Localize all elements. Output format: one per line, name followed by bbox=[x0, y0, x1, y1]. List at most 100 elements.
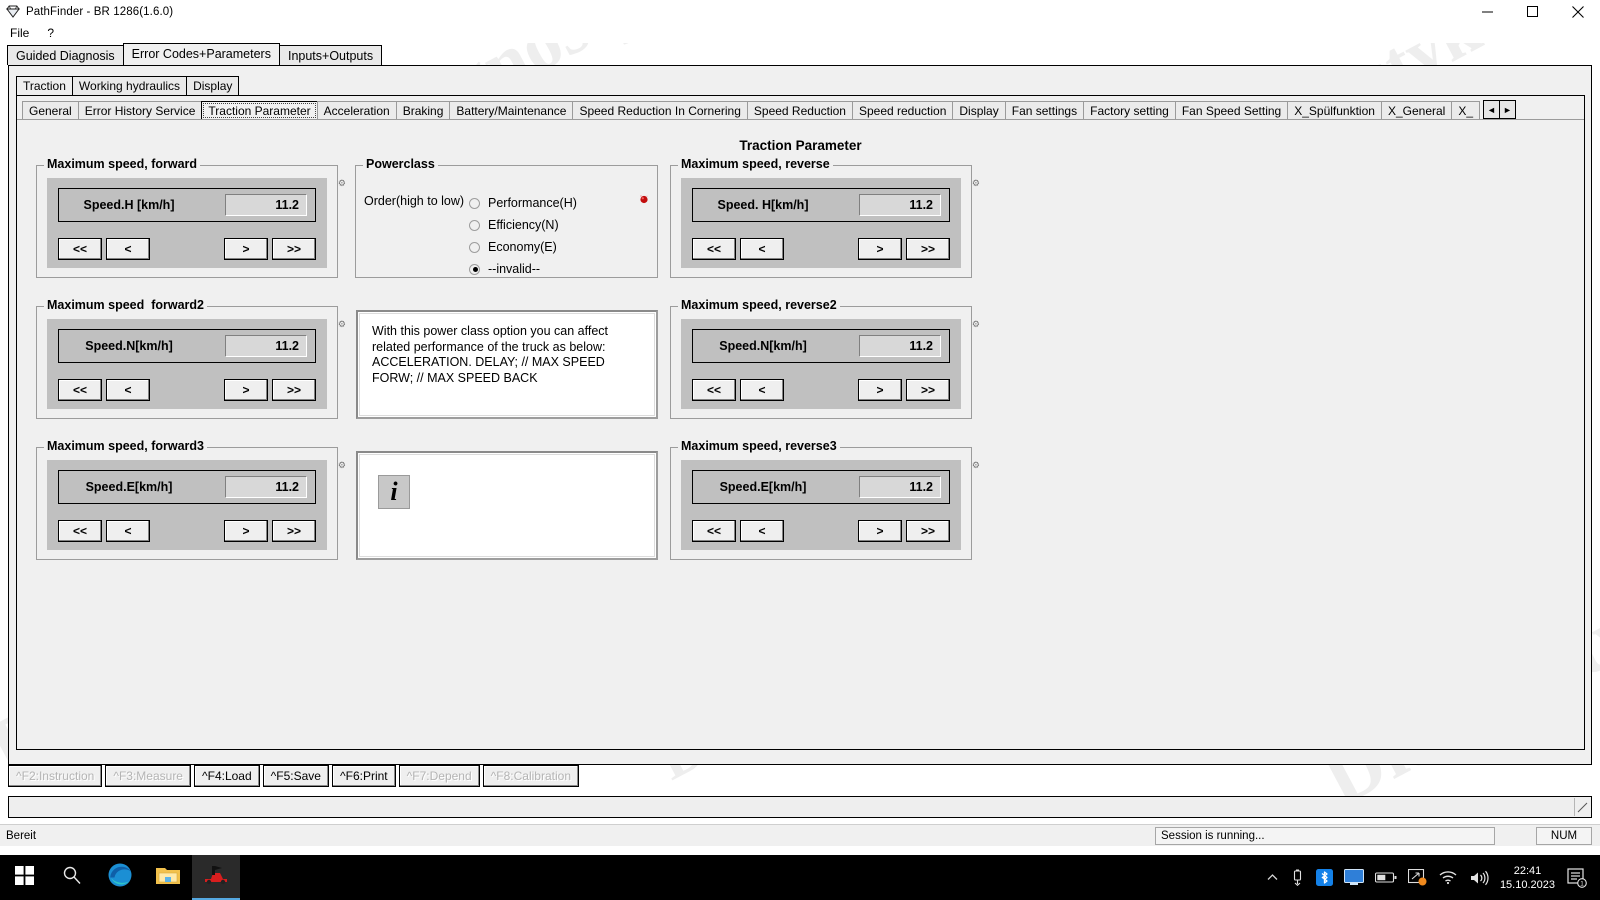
resize-grip-icon[interactable] bbox=[1574, 798, 1590, 816]
next-button[interactable]: > bbox=[224, 520, 268, 542]
tab-error-codes-parameters[interactable]: Error Codes+Parameters bbox=[122, 43, 280, 65]
tab-scroll-left-button[interactable]: ◄ bbox=[1483, 100, 1500, 119]
last-button[interactable]: >> bbox=[272, 379, 316, 401]
tab-speed-reduction[interactable]: Speed Reduction bbox=[746, 101, 853, 120]
radio-option-efficiency[interactable]: Efficiency(N) bbox=[469, 214, 577, 236]
speed-value-input[interactable]: 11.2 bbox=[859, 476, 941, 498]
first-button[interactable]: << bbox=[58, 520, 102, 542]
settings-gear-icon[interactable]: ⚙ bbox=[338, 320, 346, 329]
battery-icon[interactable] bbox=[1374, 871, 1397, 884]
next-button[interactable]: > bbox=[224, 379, 268, 401]
tab-guided-diagnosis[interactable]: Guided Diagnosis bbox=[7, 45, 124, 65]
fkey-f4-load[interactable]: ^F4:Load bbox=[193, 765, 260, 787]
speed-value-input[interactable]: 11.2 bbox=[225, 335, 307, 357]
radio-button[interactable] bbox=[469, 197, 480, 209]
settings-gear-icon[interactable]: ⚙ bbox=[972, 461, 980, 470]
radio-button[interactable] bbox=[469, 241, 480, 253]
radio-option-invalid[interactable]: --invalid-- bbox=[469, 258, 577, 280]
first-button[interactable]: << bbox=[692, 379, 736, 401]
taskbar-clock[interactable]: 22:41 15.10.2023 bbox=[1500, 864, 1555, 892]
tab-acceleration[interactable]: Acceleration bbox=[316, 101, 397, 120]
speed-value-input[interactable]: 11.2 bbox=[859, 194, 941, 216]
settings-gear-icon[interactable]: ⚙ bbox=[972, 320, 980, 329]
first-button[interactable]: << bbox=[692, 238, 736, 260]
onedrive-sync-icon[interactable] bbox=[1407, 869, 1427, 886]
tab-inputs-outputs[interactable]: Inputs+Outputs bbox=[278, 45, 383, 65]
next-button[interactable]: > bbox=[858, 379, 902, 401]
maximize-button[interactable] bbox=[1510, 0, 1555, 23]
tab-fan-settings[interactable]: Fan settings bbox=[1004, 101, 1085, 120]
status-bar: Bereit Session is running... NUM bbox=[0, 824, 1600, 846]
fkey-f5-save[interactable]: ^F5:Save bbox=[262, 765, 329, 787]
prev-button[interactable]: < bbox=[740, 379, 784, 401]
tab-display[interactable]: Display bbox=[186, 76, 240, 95]
speaker-icon[interactable] bbox=[1469, 870, 1489, 886]
information-icon[interactable]: i bbox=[378, 475, 410, 509]
tab-speed-reduction-lower[interactable]: Speed reduction bbox=[851, 101, 954, 120]
tab-braking[interactable]: Braking bbox=[395, 101, 451, 120]
last-button[interactable]: >> bbox=[906, 520, 950, 542]
search-button[interactable] bbox=[48, 855, 96, 900]
next-button[interactable]: > bbox=[858, 520, 902, 542]
fkey-f2-instruction[interactable]: ^F2:Instruction bbox=[8, 765, 103, 787]
speed-label: Speed.E[km/h] bbox=[719, 480, 807, 494]
prev-button[interactable]: < bbox=[740, 520, 784, 542]
first-button[interactable]: << bbox=[58, 238, 102, 260]
tab-speed-reduction-in-cornering[interactable]: Speed Reduction In Cornering bbox=[572, 101, 748, 120]
tab-traction-parameter[interactable]: Traction Parameter bbox=[201, 101, 318, 120]
next-button[interactable]: > bbox=[224, 238, 268, 260]
first-button[interactable]: << bbox=[58, 379, 102, 401]
last-button[interactable]: >> bbox=[272, 238, 316, 260]
pathfinder-button[interactable] bbox=[192, 855, 240, 900]
message-input-line[interactable] bbox=[8, 796, 1592, 818]
speed-value-input[interactable]: 11.2 bbox=[859, 335, 941, 357]
last-button[interactable]: >> bbox=[906, 238, 950, 260]
tab-working-hydraulics[interactable]: Working hydraulics bbox=[71, 76, 188, 95]
usb-icon[interactable] bbox=[1290, 869, 1305, 886]
menu-item-file[interactable]: File bbox=[8, 26, 31, 40]
radio-option-economy[interactable]: Economy(E) bbox=[469, 236, 577, 258]
tab-x-spuelfunktion[interactable]: X_Spülfunktion bbox=[1287, 101, 1382, 120]
close-button[interactable] bbox=[1555, 0, 1600, 23]
fkey-f3-measure[interactable]: ^F3:Measure bbox=[105, 765, 191, 787]
tab-battery-maintenance[interactable]: Battery/Maintenance bbox=[449, 101, 574, 120]
radio-button[interactable] bbox=[469, 219, 480, 231]
tab-x-general[interactable]: X_General bbox=[1380, 101, 1453, 120]
explorer-button[interactable] bbox=[144, 855, 192, 900]
tab-general[interactable]: General bbox=[22, 101, 79, 120]
settings-gear-icon[interactable]: ⚙ bbox=[972, 179, 980, 188]
first-button[interactable]: << bbox=[692, 520, 736, 542]
tab-factory-setting[interactable]: Factory setting bbox=[1083, 101, 1176, 120]
tab-x-partial[interactable]: X_ bbox=[1451, 101, 1481, 120]
fkey-f8-calibration[interactable]: ^F8:Calibration bbox=[482, 765, 579, 787]
speed-value-input[interactable]: 11.2 bbox=[225, 194, 307, 216]
notification-icon[interactable]: 1 bbox=[1566, 867, 1588, 888]
tab-traction[interactable]: Traction bbox=[16, 76, 73, 95]
minimize-button[interactable] bbox=[1465, 0, 1510, 23]
settings-gear-icon[interactable]: ⚙ bbox=[338, 461, 346, 470]
prev-button[interactable]: < bbox=[106, 379, 150, 401]
last-button[interactable]: >> bbox=[906, 379, 950, 401]
tab-display-traction[interactable]: Display bbox=[952, 101, 1006, 120]
tab-error-history-service[interactable]: Error History Service bbox=[77, 101, 203, 120]
tab-scroll-right-button[interactable]: ► bbox=[1499, 100, 1516, 119]
chevron-up-icon[interactable] bbox=[1266, 871, 1279, 884]
prev-button[interactable]: < bbox=[106, 520, 150, 542]
fkey-f7-depend[interactable]: ^F7:Depend bbox=[398, 765, 480, 787]
wifi-icon[interactable] bbox=[1438, 870, 1458, 885]
prev-button[interactable]: < bbox=[106, 238, 150, 260]
bluetooth-icon[interactable] bbox=[1315, 869, 1333, 886]
tab-fan-speed-setting[interactable]: Fan Speed Setting bbox=[1174, 101, 1289, 120]
last-button[interactable]: >> bbox=[272, 520, 316, 542]
settings-gear-icon[interactable]: ⚙ bbox=[338, 179, 346, 188]
speed-value-input[interactable]: 11.2 bbox=[225, 476, 307, 498]
prev-button[interactable]: < bbox=[740, 238, 784, 260]
edge-button[interactable] bbox=[96, 855, 144, 900]
menu-item-help[interactable]: ? bbox=[45, 26, 56, 40]
fkey-f6-print[interactable]: ^F6:Print bbox=[331, 765, 396, 787]
radio-button[interactable] bbox=[469, 263, 480, 275]
radio-option-performance[interactable]: Performance(H) bbox=[469, 192, 577, 214]
monitor-icon[interactable] bbox=[1343, 869, 1364, 886]
next-button[interactable]: > bbox=[858, 238, 902, 260]
start-button[interactable] bbox=[0, 855, 48, 900]
